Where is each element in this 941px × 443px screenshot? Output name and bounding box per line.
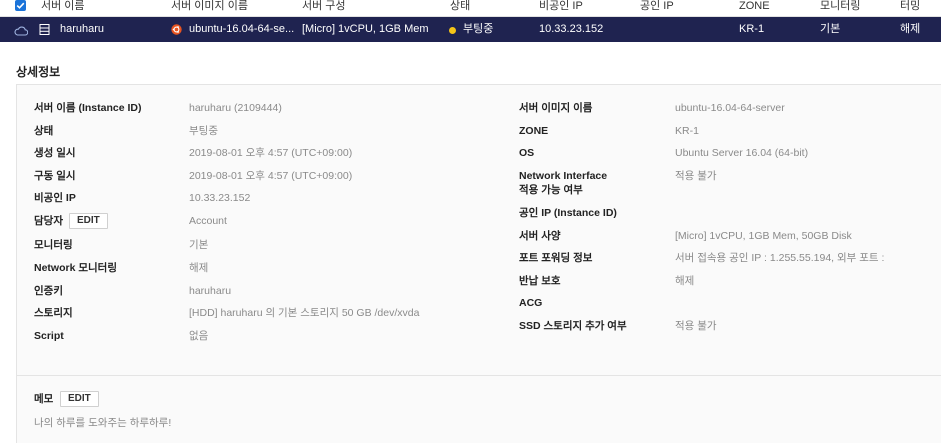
ubuntu-icon <box>171 24 182 35</box>
detail-value: 적용 불가 <box>675 170 717 182</box>
detail-label-line2: 적용 가능 여부 <box>519 184 583 196</box>
detail-label: 서버 이미지 이름 <box>519 102 593 114</box>
details-panel: 서버 이름 (Instance ID) haruharu (2109444) 상… <box>16 85 941 375</box>
memo-text: 나의 하루를 도와주는 하루하루! <box>34 417 172 429</box>
spacer <box>0 42 941 85</box>
detail-value: KR-1 <box>675 125 699 137</box>
detail-label: 생성 일시 <box>34 147 76 159</box>
detail-value: [HDD] haruharu 의 기본 스토리지 50 GB /dev/xvda <box>189 307 420 319</box>
memo-panel: 메모 EDIT 나의 하루를 도와주는 하루하루! <box>16 376 941 443</box>
detail-label: 서버 이름 (Instance ID) <box>34 102 142 114</box>
detail-value: Ubuntu Server 16.04 (64-bit) <box>675 147 809 159</box>
detail-value: 해제 <box>675 275 695 287</box>
status-dot-icon <box>449 27 456 34</box>
detail-label: SSD 스토리지 추가 여부 <box>519 320 627 332</box>
header-public-ip[interactable]: 공인 IP <box>640 0 674 12</box>
detail-value: haruharu (2109444) <box>189 102 282 114</box>
detail-value: 2019-08-01 오후 4:57 (UTC+09:00) <box>189 147 353 159</box>
owner-edit-button[interactable]: EDIT <box>69 213 108 229</box>
detail-value: haruharu <box>189 285 232 297</box>
detail-label: 반납 보호 <box>519 275 561 287</box>
detail-label: ZONE <box>519 125 549 137</box>
row-termination: 해제 <box>900 23 921 35</box>
detail-value: 10.33.23.152 <box>189 192 251 204</box>
row-server-name[interactable]: haruharu <box>60 23 104 36</box>
row-monitoring: 기본 <box>820 23 841 35</box>
row-server-image: ubuntu-16.04-64-se... <box>189 23 295 35</box>
detail-value: Account <box>189 215 227 227</box>
detail-value: 적용 불가 <box>675 320 717 332</box>
detail-value: 2019-08-01 오후 4:57 (UTC+09:00) <box>189 170 353 182</box>
detail-label: ACG <box>519 297 543 309</box>
checkmark-icon <box>16 2 25 9</box>
detail-label: 공인 IP (Instance ID) <box>519 207 617 219</box>
detail-label: 서버 사양 <box>519 230 561 242</box>
header-termination[interactable]: 터밍 <box>900 0 920 12</box>
detail-value: 부팅중 <box>189 125 218 137</box>
header-status[interactable]: 상태 <box>450 0 470 12</box>
detail-value: 없음 <box>189 330 209 342</box>
table-row[interactable]: haruharu ubuntu-16.04-64-se... [Micro] 1… <box>0 17 941 42</box>
header-monitoring[interactable]: 모니터링 <box>820 0 860 12</box>
detail-label: Script <box>34 330 64 342</box>
header-server-spec[interactable]: 서버 구성 <box>302 0 346 12</box>
table-header-row: 서버 이름 서버 이미지 이름 서버 구성 상태 비공인 IP 공인 IP ZO… <box>0 0 941 17</box>
detail-label: 구동 일시 <box>34 170 76 182</box>
server-icon <box>39 24 50 35</box>
detail-label: Network Interface <box>519 170 608 182</box>
detail-label: Network 모니터링 <box>34 262 117 274</box>
detail-label: 포트 포워딩 정보 <box>519 252 593 264</box>
row-zone: KR-1 <box>739 23 765 35</box>
detail-label: 상태 <box>34 125 54 137</box>
row-server-spec: [Micro] 1vCPU, 1GB Mem <box>302 23 429 35</box>
detail-label: OS <box>519 147 535 159</box>
row-private-ip: 10.33.23.152 <box>539 23 604 35</box>
detail-label: 인증키 <box>34 285 63 297</box>
detail-label: 모니터링 <box>34 239 73 251</box>
row-status: 부팅중 <box>463 23 494 35</box>
memo-edit-button[interactable]: EDIT <box>60 391 99 407</box>
details-title: 상세정보 <box>16 65 61 79</box>
detail-label: 스토리지 <box>34 307 73 319</box>
header-private-ip[interactable]: 비공인 IP <box>539 0 583 12</box>
select-all-checkbox[interactable] <box>15 0 26 11</box>
detail-value: 기본 <box>189 239 209 251</box>
header-server-image[interactable]: 서버 이미지 이름 <box>171 0 248 12</box>
header-zone[interactable]: ZONE <box>739 0 770 12</box>
cloud-icon <box>14 26 28 36</box>
detail-value: 서버 접속용 공인 IP : 1.255.55.194, 외부 포트 : <box>675 252 885 264</box>
detail-value: ubuntu-16.04-64-server <box>675 102 785 114</box>
memo-label: 메모 <box>34 393 54 405</box>
detail-label: 담당자 <box>34 215 63 227</box>
detail-value: [Micro] 1vCPU, 1GB Mem, 50GB Disk <box>675 230 852 242</box>
detail-label: 비공인 IP <box>34 192 76 204</box>
header-server-name[interactable]: 서버 이름 <box>41 0 85 12</box>
detail-value: 해제 <box>189 262 209 274</box>
